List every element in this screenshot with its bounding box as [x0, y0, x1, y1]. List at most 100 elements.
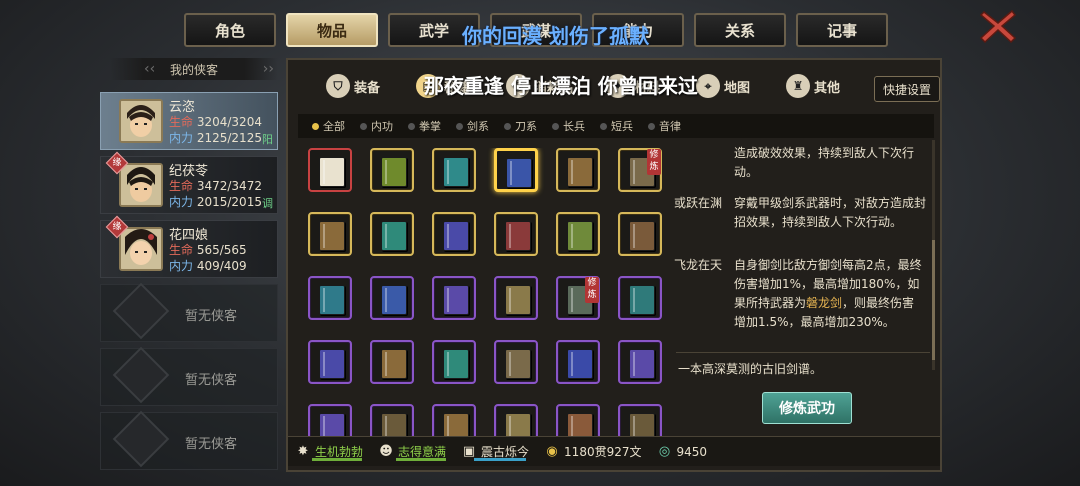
item-slot[interactable]	[370, 340, 414, 384]
empty-slot-label: 暂无侠客	[185, 437, 238, 452]
category-maps[interactable]: ⌖ 地图	[696, 70, 750, 102]
filter-short-weapon[interactable]: 短兵	[600, 118, 633, 134]
item-slot-selected[interactable]	[494, 148, 538, 192]
radio-dot-icon	[504, 122, 511, 130]
item-slot[interactable]	[432, 276, 476, 320]
item-slot[interactable]	[432, 148, 476, 192]
chevron-right-icon: ››	[262, 61, 274, 77]
hero-card-yunzi[interactable]: 云恣 生命 3204/3204 内力 2125/2125 阳	[100, 92, 278, 150]
item-slot[interactable]	[494, 340, 538, 384]
item-slot[interactable]	[370, 212, 414, 256]
quick-settings-button[interactable]: 快捷设置	[874, 76, 940, 102]
empty-hero-slot[interactable]: 暂无侠客	[100, 282, 278, 342]
status-jade: ◎ 9450	[656, 443, 708, 461]
item-slot[interactable]	[494, 212, 538, 256]
danmaku-overlay-middle: 那夜重逢 停止漂泊 你曾回来过	[424, 74, 698, 98]
tab-journal[interactable]: 记事	[796, 13, 888, 47]
avatar	[119, 227, 163, 271]
category-tabs: ⛉ 装备 ▤ 秘籍 ◍ 消耗品 ✦ 材料 ⌖ 地图 ♜ 其他 快捷设置 那夜重逢 停止漂泊 …	[296, 64, 940, 108]
empty-slot-icon	[112, 282, 170, 340]
tab-character[interactable]: 角色	[184, 13, 276, 47]
filter-polearm[interactable]: 长兵	[552, 118, 585, 134]
hero-hp: 生命 3472/3472	[169, 179, 262, 193]
money-text: 1180贯927文	[564, 445, 642, 459]
item-slot[interactable]	[494, 276, 538, 320]
filter-fist[interactable]: 拳掌	[408, 118, 441, 134]
empty-slot-icon	[112, 346, 170, 404]
empty-slot-label: 暂无侠客	[185, 309, 238, 324]
tab-relations[interactable]: 关系	[694, 13, 786, 47]
item-detail-pane: 造成破效效果，持续到敌人下次行动。 或跃在渊 穿戴甲级剑系武器时，对敌方造成封招…	[674, 136, 936, 376]
item-slot[interactable]	[618, 340, 662, 384]
book-icon	[505, 285, 531, 315]
item-slot[interactable]	[618, 276, 662, 320]
hero-card-huasiniang[interactable]: 缘 花四娘 生命 565/565 内力 409/409	[100, 215, 278, 278]
hero-tag: 阳	[262, 133, 273, 146]
item-grid: 修炼 修炼	[306, 148, 666, 470]
item-slot[interactable]	[370, 276, 414, 320]
book-icon	[443, 221, 469, 251]
hero-list-title: ‹‹ 我的侠客 ››	[110, 58, 278, 80]
effect-desc: 造成破效效果，持续到敌人下次行动。	[734, 146, 915, 179]
close-icon[interactable]	[978, 8, 1018, 44]
category-equipment[interactable]: ⛉ 装备	[326, 70, 380, 102]
mood-icon: ☻	[379, 444, 393, 459]
item-slot[interactable]	[370, 148, 414, 192]
filter-blade[interactable]: 刀系	[504, 118, 537, 134]
other-icon: ♜	[786, 74, 810, 98]
practice-button[interactable]: 修炼武功	[762, 392, 852, 424]
filter-sword[interactable]: 剑系	[456, 118, 489, 134]
practice-badge: 修炼	[647, 149, 661, 175]
equipment-icon: ⛉	[326, 74, 350, 98]
item-slot[interactable]	[308, 276, 352, 320]
effect-name: 或跃在渊	[674, 196, 723, 210]
item-slot[interactable]	[432, 212, 476, 256]
hero-mp: 内力 409/409	[169, 259, 247, 273]
tab-items[interactable]: 物品	[286, 13, 378, 47]
book-icon	[381, 285, 407, 315]
book-icon	[629, 285, 655, 315]
item-slot[interactable]	[556, 212, 600, 256]
scrollbar-thumb[interactable]	[932, 240, 935, 360]
filter-bar: 全部 内功 拳掌 剑系 刀系 长兵 短兵 音律	[298, 114, 934, 138]
book-icon	[319, 285, 345, 315]
item-slot[interactable]	[618, 212, 662, 256]
empty-hero-slot[interactable]: 暂无侠客	[100, 346, 278, 406]
book-icon	[567, 157, 593, 187]
jade-text: 9450	[676, 444, 708, 459]
book-icon	[505, 221, 531, 251]
vitality-bar	[312, 458, 362, 461]
book-icon	[319, 221, 345, 251]
item-slot[interactable]	[556, 340, 600, 384]
danmaku-overlay-top: 你的回漠 划伤了孤默	[462, 24, 649, 48]
item-slot[interactable]: 修炼	[618, 148, 662, 192]
inventory-panel: ⛉ 装备 ▤ 秘籍 ◍ 消耗品 ✦ 材料 ⌖ 地图 ♜ 其他 快捷设置 那夜重逢 停止漂泊 …	[286, 58, 942, 472]
item-slot[interactable]	[432, 340, 476, 384]
detail-scrollbar[interactable]	[932, 140, 935, 370]
item-slot[interactable]	[308, 212, 352, 256]
hero-portrait-icon	[121, 229, 161, 269]
mood-bar	[396, 458, 446, 461]
item-lore: 一本高深莫测的古旧剑谱。	[678, 362, 823, 376]
status-money: ◉ 1180贯927文	[543, 443, 641, 461]
practice-badge: 修炼	[585, 277, 599, 303]
effect-desc: 自身御剑比敌方御剑每高2点，最终伤害增加1%，最高增加180%，如果所持武器为磐…	[734, 258, 922, 329]
item-slot[interactable]	[308, 148, 352, 192]
filter-music[interactable]: 音律	[648, 118, 681, 134]
chevron-left-icon: ‹‹	[144, 61, 156, 77]
radio-dot-icon	[312, 122, 319, 130]
book-icon	[629, 221, 655, 251]
avatar	[119, 163, 163, 207]
item-slot[interactable]: 修炼	[556, 276, 600, 320]
item-slot[interactable]	[556, 148, 600, 192]
book-icon	[505, 349, 531, 379]
item-slot[interactable]	[308, 340, 352, 384]
effect-name: 飞龙在天	[674, 258, 723, 272]
filter-internal[interactable]: 内功	[360, 118, 393, 134]
empty-hero-slot[interactable]: 暂无侠客	[100, 410, 278, 470]
book-icon	[443, 285, 469, 315]
category-other[interactable]: ♜ 其他	[786, 70, 840, 102]
filter-all[interactable]: 全部	[312, 118, 345, 134]
hero-card-jifuling[interactable]: 缘 纪茯苓 生命 3472/3472 内力 2015/2015 调	[100, 151, 278, 214]
status-bar: ✸ 生机勃勃 ☻ 志得意满 ▣ 震古烁今 ◉ 1180贯927文 ◎ 9450	[288, 436, 940, 466]
